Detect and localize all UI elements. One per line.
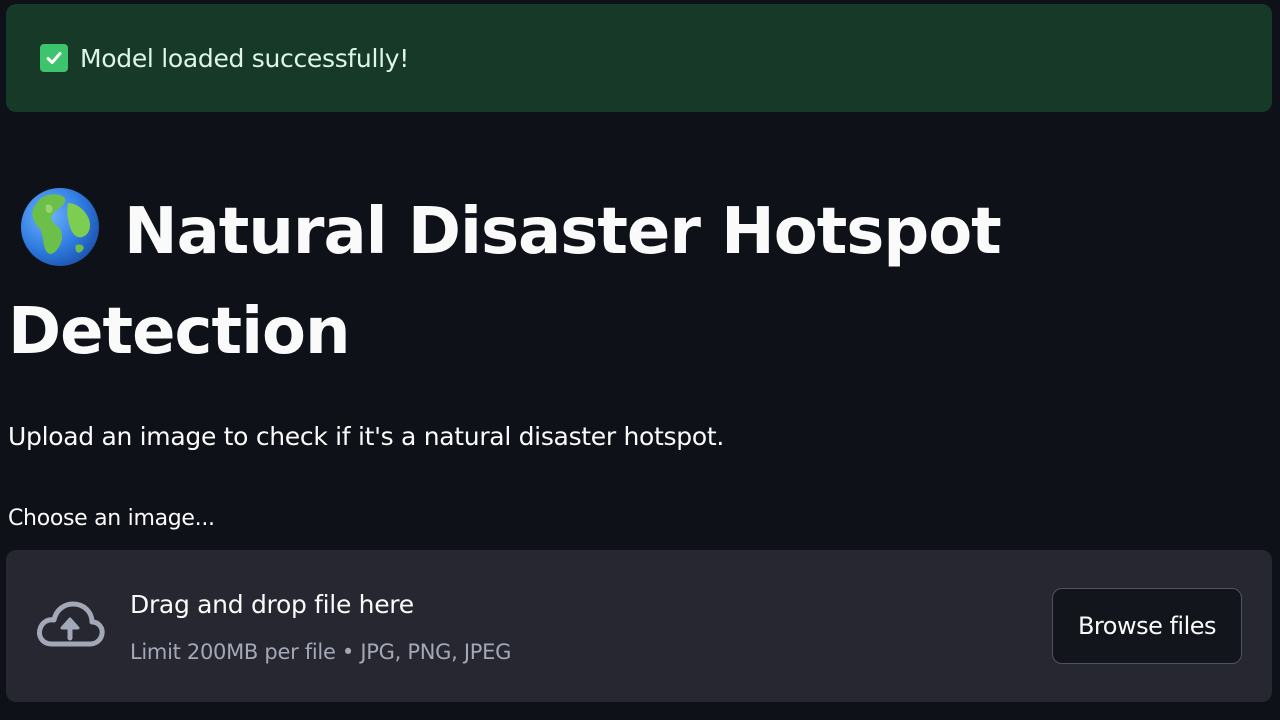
dropzone-instruction: Drag and drop file here — [130, 590, 414, 619]
page-description: Upload an image to check if it's a natur… — [8, 422, 724, 451]
app-page: Model loaded successfully! Natural Disas… — [0, 0, 1280, 720]
dropzone-limit: Limit 200MB per file • JPG, PNG, JPEG — [130, 640, 512, 664]
cloud-upload-icon — [34, 598, 106, 654]
title-text: Natural Disaster Hotspot Detection — [8, 195, 1002, 369]
check-box-icon — [40, 44, 68, 72]
globe-icon — [20, 185, 100, 269]
browse-files-button[interactable]: Browse files — [1052, 588, 1242, 664]
file-dropzone[interactable]: Drag and drop file here Limit 200MB per … — [6, 550, 1272, 702]
success-alert: Model loaded successfully! — [6, 4, 1272, 112]
page-title: Natural Disaster Hotspot Detection — [8, 182, 1248, 382]
alert-message: Model loaded successfully! — [80, 43, 409, 73]
uploader-label: Choose an image... — [8, 506, 215, 531]
